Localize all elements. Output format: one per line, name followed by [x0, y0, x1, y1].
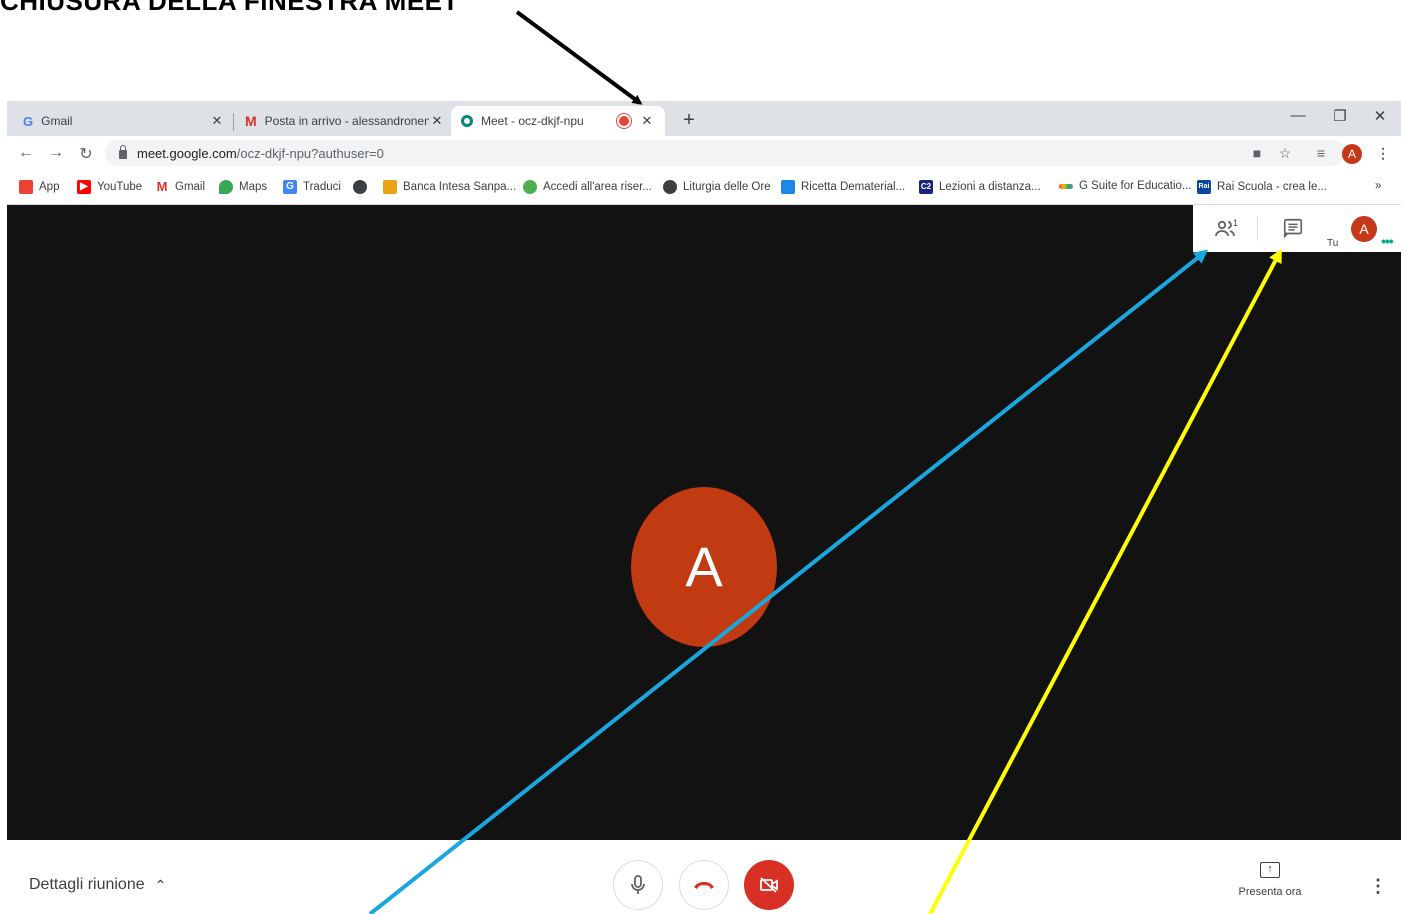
- meet-bottom-bar: Dettagli riunione ⌃ ↑ Presenta ora ⋮: [7, 840, 1401, 914]
- tab-posta[interactable]: M Posta in arrivo - alessandronencioni ✕: [235, 106, 455, 136]
- reload-icon[interactable]: ↻: [75, 144, 97, 164]
- participant-avatar: A: [631, 487, 777, 647]
- microphone-button[interactable]: [613, 860, 663, 910]
- tab-title: Meet - ocz-dkjf-npu: [481, 114, 584, 128]
- microphone-icon: [631, 875, 645, 894]
- minimize-icon[interactable]: —: [1283, 107, 1313, 124]
- media-control-icon[interactable]: ≡: [1311, 145, 1331, 161]
- present-screen-icon: ↑: [1260, 862, 1280, 878]
- camera-off-icon: [760, 877, 778, 893]
- recording-icon: [619, 116, 629, 126]
- tab-close-icon[interactable]: ✕: [429, 113, 445, 129]
- tab-title: Gmail: [41, 114, 73, 128]
- camera-icon[interactable]: ■: [1247, 145, 1267, 161]
- meet-icon: [461, 115, 473, 127]
- panel-divider: [1257, 217, 1258, 241]
- chevron-up-icon: ⌃: [154, 876, 167, 893]
- camera-toggle-button[interactable]: [744, 860, 794, 910]
- google-icon: G: [23, 113, 34, 129]
- bookmark-globe[interactable]: [353, 180, 373, 194]
- url-path: /ocz-dkjf-npu?authuser=0: [236, 145, 384, 161]
- present-now-button[interactable]: ↑ Presenta ora: [1235, 862, 1305, 898]
- end-call-button[interactable]: [679, 860, 729, 910]
- site-icon: [523, 180, 537, 194]
- more-options-icon[interactable]: ⋮: [1369, 876, 1387, 897]
- bookmark-gmail[interactable]: M Gmail: [155, 180, 205, 194]
- gmail-icon: M: [155, 179, 169, 194]
- globe-icon: [663, 180, 677, 194]
- menu-icon[interactable]: ⋮: [1373, 145, 1393, 162]
- meet-top-panel: 1 Tu A •••: [1193, 205, 1401, 252]
- bookmark-liturgia[interactable]: Liturgia delle Ore: [663, 180, 771, 194]
- youtube-icon: ▶: [77, 180, 91, 194]
- lock-icon: [119, 144, 127, 159]
- bookmark-rai[interactable]: Rai Rai Scuola - crea le...: [1197, 180, 1327, 194]
- window-close-icon[interactable]: ✕: [1365, 107, 1395, 125]
- bookmark-traduci[interactable]: G Traduci: [283, 180, 341, 194]
- site-icon: [781, 180, 795, 194]
- tab-meet[interactable]: Meet - ocz-dkjf-npu ✕: [451, 106, 665, 136]
- you-label: Tu: [1327, 238, 1339, 249]
- bookmark-youtube[interactable]: ▶ YouTube: [77, 180, 142, 194]
- rai-icon: Rai: [1197, 180, 1211, 194]
- forward-icon[interactable]: →: [45, 144, 67, 162]
- bookmark-accedi[interactable]: Accedi all'area riser...: [523, 180, 652, 194]
- profile-avatar[interactable]: A: [1342, 144, 1362, 164]
- url-host: meet.google.com: [137, 145, 237, 161]
- address-bar[interactable]: meet.google.com/ocz-dkjf-npu?authuser=0: [105, 140, 1345, 166]
- c2-icon: C2: [919, 180, 933, 194]
- hang-up-icon: [694, 882, 714, 889]
- bookmark-ricetta[interactable]: Ricetta Dematerial...: [781, 180, 905, 194]
- bookmark-app[interactable]: App: [19, 180, 59, 194]
- bookmark-maps[interactable]: Maps: [219, 180, 267, 194]
- translate-icon: G: [283, 180, 297, 194]
- meeting-details-label: Dettagli riunione: [29, 876, 145, 893]
- tab-gmail[interactable]: G Gmail ✕: [13, 106, 235, 136]
- more-bookmarks-icon[interactable]: »: [1375, 180, 1381, 192]
- self-avatar[interactable]: A: [1351, 216, 1377, 242]
- gsuite-icon: [1059, 183, 1073, 189]
- tab-title: Posta in arrivo - alessandronencioni: [264, 114, 429, 128]
- maps-pin-icon: [219, 180, 233, 194]
- participants-icon[interactable]: 1: [1213, 217, 1238, 241]
- tab-strip: G Gmail ✕ M Posta in arrivo - alessandro…: [7, 101, 1401, 136]
- browser-window: G Gmail ✕ M Posta in arrivo - alessandro…: [7, 101, 1401, 914]
- tab-close-icon[interactable]: ✕: [209, 113, 225, 129]
- new-tab-button[interactable]: +: [675, 107, 703, 135]
- apps-grid-icon: [19, 180, 33, 194]
- chat-icon[interactable]: [1281, 217, 1305, 241]
- restore-icon[interactable]: ❐: [1325, 107, 1355, 125]
- speaking-indicator-icon: •••: [1381, 233, 1394, 249]
- tab-separator: [233, 113, 234, 131]
- bookmark-lezioni[interactable]: C2 Lezioni a distanza...: [919, 180, 1041, 194]
- bookmark-gsuite[interactable]: G Suite for Educatio...: [1059, 180, 1192, 192]
- tab-close-icon[interactable]: ✕: [639, 113, 655, 129]
- globe-icon: [353, 180, 367, 194]
- video-stage: A 1 Tu A •••: [7, 205, 1401, 840]
- meeting-details-button[interactable]: Dettagli riunione ⌃: [29, 876, 166, 894]
- bookmarks-bar: App ▶ YouTube M Gmail Maps G Traduci Banca …: [7, 171, 1401, 205]
- browser-toolbar: ← → ↻ meet.google.com/ocz-dkjf-npu?authu…: [7, 136, 1401, 171]
- bookmark-banca[interactable]: Banca Intesa Sanpa...: [383, 180, 516, 194]
- gmail-icon: M: [245, 113, 257, 129]
- black-arrow: [515, 10, 643, 105]
- back-icon[interactable]: ←: [15, 144, 37, 162]
- star-icon[interactable]: ☆: [1275, 145, 1295, 162]
- annotation-caption: CHIUSURA DELLA FINESTRA MEET: [0, 0, 459, 16]
- participants-count: 1: [1233, 218, 1239, 228]
- bank-icon: [383, 180, 397, 194]
- present-now-label: Presenta ora: [1238, 886, 1302, 898]
